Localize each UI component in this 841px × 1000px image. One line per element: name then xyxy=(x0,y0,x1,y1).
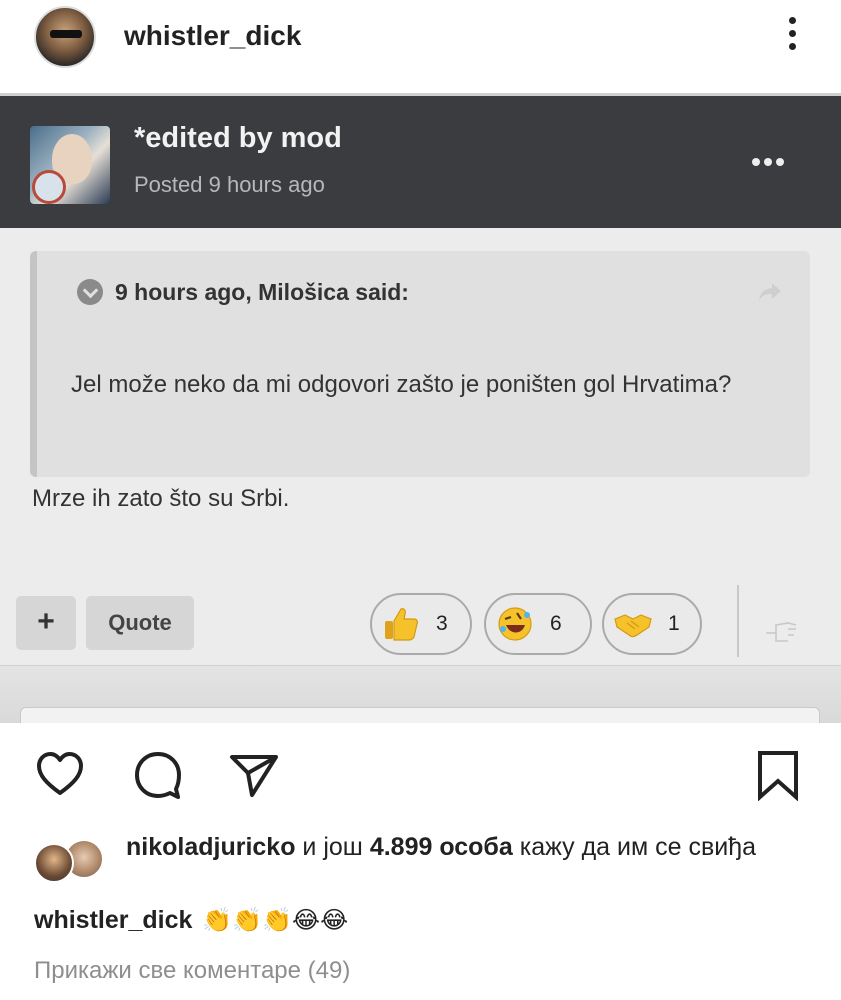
reply-text: Mrze ih zato što su Srbi. xyxy=(32,485,290,512)
reaction-count: 1 xyxy=(668,612,680,635)
caption-username[interactable]: whistler_dick xyxy=(34,906,192,935)
horizontal-dots-icon xyxy=(752,158,788,174)
likes-conjunction: и још xyxy=(295,833,370,861)
forum-post-time: Posted 9 hours ago xyxy=(134,172,325,197)
caption-emojis: 👏👏👏😂😂 xyxy=(202,907,349,934)
heart-icon[interactable] xyxy=(34,749,86,801)
rofl-icon xyxy=(494,603,536,645)
badge-icon xyxy=(32,170,66,204)
quote-button: Quote xyxy=(86,596,194,650)
liker-username[interactable]: nikoladjuricko xyxy=(126,833,295,861)
chevron-down-icon xyxy=(77,279,103,305)
post-caption: whistler_dick 👏👏👏😂😂 xyxy=(34,906,348,935)
action-bar xyxy=(0,723,841,823)
vertical-dots-icon[interactable] xyxy=(780,14,804,56)
liker-avatar xyxy=(34,843,74,883)
forum-post-header: *edited by mod Posted 9 hours ago xyxy=(0,93,841,228)
likes-summary[interactable]: nikoladjuricko и још 4.899 особа кажу да… xyxy=(0,823,841,903)
view-all-comments-link[interactable]: Прикажи све коментаре (49) xyxy=(34,957,350,985)
reaction-thumbs-up: 3 xyxy=(370,593,472,655)
reaction-rofl: 6 xyxy=(484,593,592,655)
post-header: whistler_dick xyxy=(0,0,841,92)
profile-avatar[interactable] xyxy=(34,6,96,68)
paper-plane-icon[interactable] xyxy=(228,749,280,801)
comment-icon[interactable] xyxy=(132,749,184,801)
post-image[interactable]: *edited by mod Posted 9 hours ago 9 hour… xyxy=(0,93,841,723)
handshake-icon xyxy=(612,603,654,645)
bookmark-icon[interactable] xyxy=(752,749,804,801)
quote-text: Jel može neko da mi odgovori zašto je po… xyxy=(71,371,732,398)
likes-suffix: кажу да им се свиђа xyxy=(512,833,757,861)
reaction-handshake: 1 xyxy=(602,593,702,655)
pointing-hand-icon xyxy=(766,622,797,642)
likes-count[interactable]: 4.899 особа xyxy=(370,833,513,861)
reaction-count: 3 xyxy=(436,612,448,635)
reaction-count: 6 xyxy=(550,612,562,635)
quote-header: 9 hours ago, Milošica said: xyxy=(115,279,409,305)
forum-post-author: *edited by mod xyxy=(134,122,342,154)
profile-username[interactable]: whistler_dick xyxy=(124,20,301,52)
share-arrow-icon xyxy=(759,283,781,301)
likes-text: nikoladjuricko и још 4.899 особа кажу да… xyxy=(126,829,816,865)
add-button: + xyxy=(16,596,76,650)
quote-block: 9 hours ago, Milošica said: Jel može nek… xyxy=(30,251,810,477)
divider xyxy=(737,585,739,657)
next-post-card xyxy=(20,707,820,723)
forum-avatar xyxy=(30,126,110,204)
thumbs-up-icon xyxy=(380,603,422,645)
